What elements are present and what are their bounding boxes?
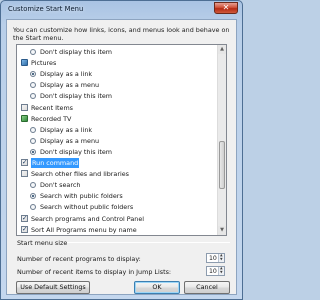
radio-icon[interactable] xyxy=(30,126,36,133)
options-list-item[interactable]: ✓ Sort All Programs menu by name xyxy=(17,225,217,235)
use-default-settings-button[interactable]: Use Default Settings xyxy=(16,281,90,294)
options-list-item[interactable]: Display as a link xyxy=(17,69,217,79)
spinner-arrows[interactable]: ▲ ▼ xyxy=(218,266,224,275)
close-button[interactable]: ✕ xyxy=(214,2,238,14)
options-list-item[interactable]: Recent Items xyxy=(17,103,217,113)
options-list-item[interactable]: Display as a link xyxy=(17,125,217,135)
option-label: Display as a menu xyxy=(40,81,100,90)
pictures-icon xyxy=(21,59,28,67)
start-menu-size-label: Start menu size xyxy=(17,239,68,247)
options-list-item[interactable]: Don't search xyxy=(17,180,217,190)
close-icon: ✕ xyxy=(222,3,230,12)
recorded-tv-icon xyxy=(21,114,28,122)
recent-items-value[interactable]: 10 xyxy=(209,268,217,276)
option-label: Don't search xyxy=(40,181,81,190)
recent-programs-value[interactable]: 10 xyxy=(209,255,217,263)
option-label: Display as a link xyxy=(40,70,93,79)
options-list-item[interactable]: Don't display this item xyxy=(17,47,217,57)
option-label: Pictures xyxy=(31,59,57,68)
ok-button[interactable]: OK xyxy=(134,281,180,294)
option-label: Recorded TV xyxy=(31,114,72,123)
recent-programs-spinner[interactable]: 10 ▲ ▼ xyxy=(206,253,225,263)
option-label: Display as a link xyxy=(40,125,93,134)
options-list-item[interactable]: Search other files and libraries xyxy=(17,169,217,179)
options-list-item[interactable]: Display as a menu xyxy=(17,136,217,146)
radio-icon[interactable] xyxy=(30,49,36,55)
option-label: Search other files and libraries xyxy=(31,170,130,179)
options-list-item[interactable]: Display as a menu xyxy=(17,80,217,90)
scroll-up-arrow-icon[interactable]: ▲ xyxy=(218,45,226,54)
scrollbar-thumb[interactable] xyxy=(219,141,225,189)
window-title: Customize Start Menu xyxy=(8,5,84,13)
spin-down-icon[interactable]: ▼ xyxy=(220,270,223,274)
radio-icon[interactable] xyxy=(30,93,36,100)
option-label: Recent Items xyxy=(31,103,73,112)
checkbox-checked-icon[interactable]: ✓ xyxy=(21,214,28,222)
spin-down-icon[interactable]: ▼ xyxy=(220,257,223,261)
option-label: Search with public folders xyxy=(40,192,123,201)
option-label: Don't display this item xyxy=(40,147,113,156)
scroll-down-arrow-icon[interactable]: ▼ xyxy=(218,226,226,235)
options-list-item[interactable]: Don't display this item xyxy=(17,91,217,101)
option-label: Search programs and Control Panel xyxy=(31,214,145,223)
recent-items-spinner[interactable]: 10 ▲ ▼ xyxy=(206,266,225,276)
recent-programs-label: Number of recent programs to display: xyxy=(17,255,141,263)
options-list-item[interactable]: Don't display this item xyxy=(17,147,217,157)
cancel-button[interactable]: Cancel xyxy=(184,281,230,294)
checkbox-checked-icon[interactable]: ✓ xyxy=(21,159,28,166)
options-list-item[interactable]: Search with public folders xyxy=(17,191,217,201)
radio-icon[interactable] xyxy=(30,137,36,144)
options-list-item[interactable]: Search without public folders xyxy=(17,202,217,212)
vertical-scrollbar[interactable]: ▲ ▼ xyxy=(217,45,226,235)
options-list[interactable]: ✓ Sort All Programs menu by name ✓ Search p… xyxy=(16,44,227,236)
options-list-item[interactable]: Recorded TV xyxy=(17,114,217,124)
options-list-item[interactable]: ✓ Run command xyxy=(17,157,217,169)
checkbox-icon[interactable] xyxy=(21,170,28,178)
description-text: You can customize how links, icons, and … xyxy=(13,26,230,43)
radio-icon[interactable] xyxy=(30,182,36,189)
dialog-body: You can customize how links, icons, and … xyxy=(6,19,237,295)
recent-items-label: Number of recent items to display in Jum… xyxy=(17,268,172,276)
radio-icon[interactable] xyxy=(30,82,36,89)
checkbox-icon[interactable] xyxy=(21,103,28,111)
options-list-item[interactable]: ✓ Search programs and Control Panel xyxy=(17,214,217,224)
radio-icon[interactable] xyxy=(30,204,36,211)
option-label: Search without public folders xyxy=(40,203,134,212)
option-label: Don't display this item xyxy=(40,48,113,56)
checkbox-checked-icon[interactable]: ✓ xyxy=(21,225,28,233)
option-label: Don't display this item xyxy=(40,92,113,101)
radio-selected-icon[interactable] xyxy=(30,193,36,200)
section-divider xyxy=(67,242,230,243)
spinner-arrows[interactable]: ▲ ▼ xyxy=(218,253,224,262)
options-list-item[interactable]: Pictures xyxy=(17,58,217,68)
option-label: Sort All Programs menu by name xyxy=(31,225,137,234)
radio-selected-icon[interactable] xyxy=(30,71,36,78)
option-label: Run command xyxy=(29,157,81,169)
option-label: Display as a menu xyxy=(40,136,100,145)
customize-start-menu-dialog: Customize Start Menu ✕ You can customize… xyxy=(0,0,243,300)
title-bar[interactable]: Customize Start Menu ✕ xyxy=(1,1,242,18)
radio-selected-icon[interactable] xyxy=(30,148,36,155)
